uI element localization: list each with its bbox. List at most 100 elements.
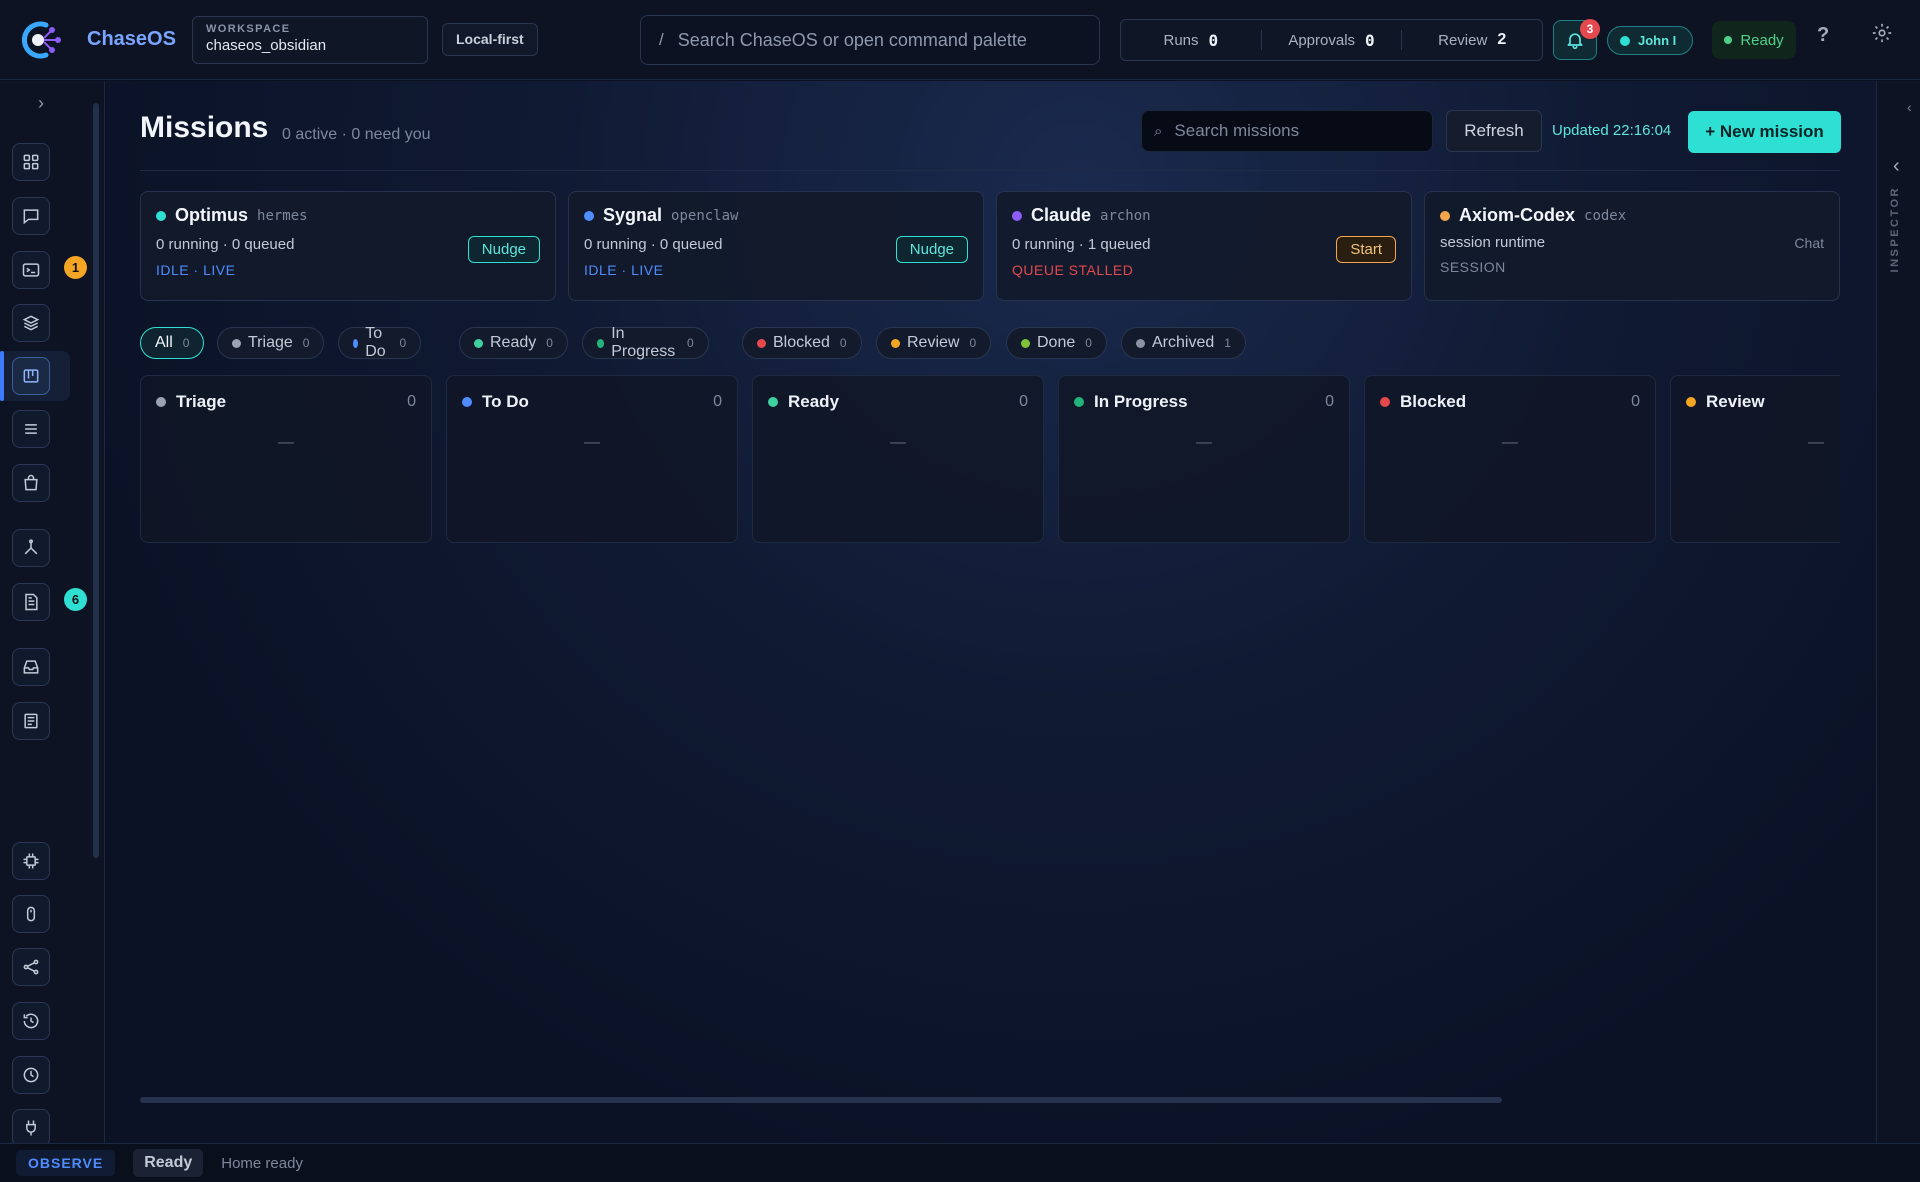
status-dot [353,338,359,348]
missions-page: Missions 0 active · 0 need you ⌕ Search … [106,81,1876,1143]
new-mission-button[interactable]: + New mission [1688,111,1841,153]
filter-triage[interactable]: Triage 0 [217,327,325,359]
filter-label: Triage [248,334,293,351]
nav-layers[interactable] [12,304,50,342]
stat-label: Approvals [1288,31,1356,49]
stat-runs[interactable]: Runs 0 [1121,31,1261,50]
gear-icon[interactable] [1871,22,1893,44]
filter-count: 0 [969,336,977,350]
expand-rail-chevron-icon[interactable]: › [38,93,44,114]
filter-label: Archived [1152,334,1215,351]
chat-link[interactable]: Chat [1794,235,1824,251]
nav-processor[interactable] [12,842,50,880]
filter-in-progress[interactable]: In Progress 0 [582,325,709,360]
local-first-badge[interactable]: Local-first [442,23,538,56]
terminal-icon [22,263,40,277]
nav-missions-board[interactable] [12,357,50,395]
start-button[interactable]: Start [1336,236,1396,263]
agent-status: QUEUE STALLED [1012,262,1134,278]
command-palette-input[interactable]: / Search ChaseOS or open command palette [640,15,1100,65]
open-inspector-chevron-icon[interactable]: ‹ [1893,155,1900,178]
column-empty: — [890,434,906,451]
nudge-button[interactable]: Nudge [467,236,540,263]
column-count: 0 [1019,393,1028,410]
status-dot [1724,36,1733,44]
filter-archived[interactable]: Archived 1 [1121,327,1246,359]
nav-archive[interactable] [12,702,50,740]
nav-chat[interactable] [12,197,50,235]
board-horizontal-scrollbar[interactable] [140,1097,1502,1103]
agent-card-claude[interactable]: Claude archon 0 running · 1 queued QUEUE… [996,191,1412,301]
column-dot [156,397,166,407]
nudge-button[interactable]: Nudge [895,236,968,263]
column-title: Ready [788,392,840,411]
nav-mouse[interactable] [12,895,50,933]
filter-done[interactable]: Done 0 [1006,327,1107,359]
inspector-panel: ‹ ‹ INSPECTOR [1876,81,1920,1143]
filter-all[interactable]: All 0 [140,327,205,359]
page-title: Missions [140,111,269,144]
nav-network[interactable] [12,529,50,567]
board-column-blocked: Blocked 0 — [1364,375,1656,543]
notifications-button[interactable]: 3 [1553,19,1600,60]
filter-todo[interactable]: To Do 0 [338,325,422,360]
nav-dashboard[interactable] [12,143,50,181]
clock-icon [23,1067,39,1083]
user-menu[interactable]: John I [1607,26,1693,55]
nav-integrations[interactable] [12,1109,50,1147]
column-empty: — [584,434,600,451]
filter-blocked[interactable]: Blocked 0 [742,327,862,359]
nav-history[interactable] [12,1002,50,1040]
agent-name: Optimus [175,205,249,225]
stat-approvals[interactable]: Approvals 0 [1260,30,1402,50]
search-icon: ⌕ [1154,122,1163,140]
search-placeholder: Search missions [1174,121,1300,140]
column-empty: — [1808,434,1824,451]
system-status-label: Ready [1740,31,1784,49]
agent-kind: hermes [257,207,308,224]
nav-documents[interactable] [12,583,50,621]
stat-value: 2 [1497,31,1507,48]
workspace-selector[interactable]: WORKSPACE chaseos_obsidian [192,16,428,64]
filter-review[interactable]: Review 0 [876,327,992,359]
filter-label: Blocked [773,334,830,351]
rail-scrollbar[interactable] [93,103,99,858]
filter-count: 0 [546,336,553,350]
column-dot [768,397,778,407]
history-icon [23,1013,39,1029]
column-title: Review [1706,392,1765,411]
chaseos-logo-icon[interactable] [16,16,64,64]
system-status[interactable]: Ready [1712,21,1796,59]
filter-ready[interactable]: Ready 0 [459,327,568,359]
agent-card-axiom-codex[interactable]: Axiom-Codex codex session runtime SESSIO… [1424,191,1840,301]
chip-icon [23,853,39,869]
nav-inbox[interactable] [12,648,50,686]
brand-name: ChaseOS [87,28,176,50]
nav-list[interactable] [12,410,50,448]
agent-card-optimus[interactable]: Optimus hermes 0 running · 0 queued IDLE… [140,191,556,301]
nav-share[interactable] [12,948,50,986]
column-title: To Do [482,392,529,411]
board-column-in-progress: In Progress 0 — [1058,375,1350,543]
column-empty: — [1196,434,1212,451]
column-title: Triage [176,392,227,411]
nav-active-indicator [0,351,4,401]
nav-terminal[interactable] [12,251,50,289]
agent-card-sygnal[interactable]: Sygnal openclaw 0 running · 0 queued IDL… [568,191,984,301]
column-dot [1074,397,1084,407]
help-icon[interactable]: ? [1817,24,1829,47]
column-title: Blocked [1400,392,1467,411]
stat-review[interactable]: Review 2 [1401,30,1542,50]
status-bar: OBSERVE Ready Home ready [0,1143,1920,1182]
search-missions-input[interactable]: ⌕ Search missions [1141,110,1433,152]
nav-store[interactable] [12,464,50,502]
board-column-ready: Ready 0 — [752,375,1044,543]
filter-count: 1 [1224,336,1231,350]
refresh-button[interactable]: Refresh [1446,110,1542,152]
stat-value: 0 [1365,30,1375,50]
collapse-panel-icon[interactable]: ‹ [1907,99,1912,115]
nav-schedule[interactable] [12,1056,50,1094]
kanban-icon [23,369,39,383]
mode-badge[interactable]: OBSERVE [16,1150,116,1176]
column-count: 0 [407,393,416,410]
